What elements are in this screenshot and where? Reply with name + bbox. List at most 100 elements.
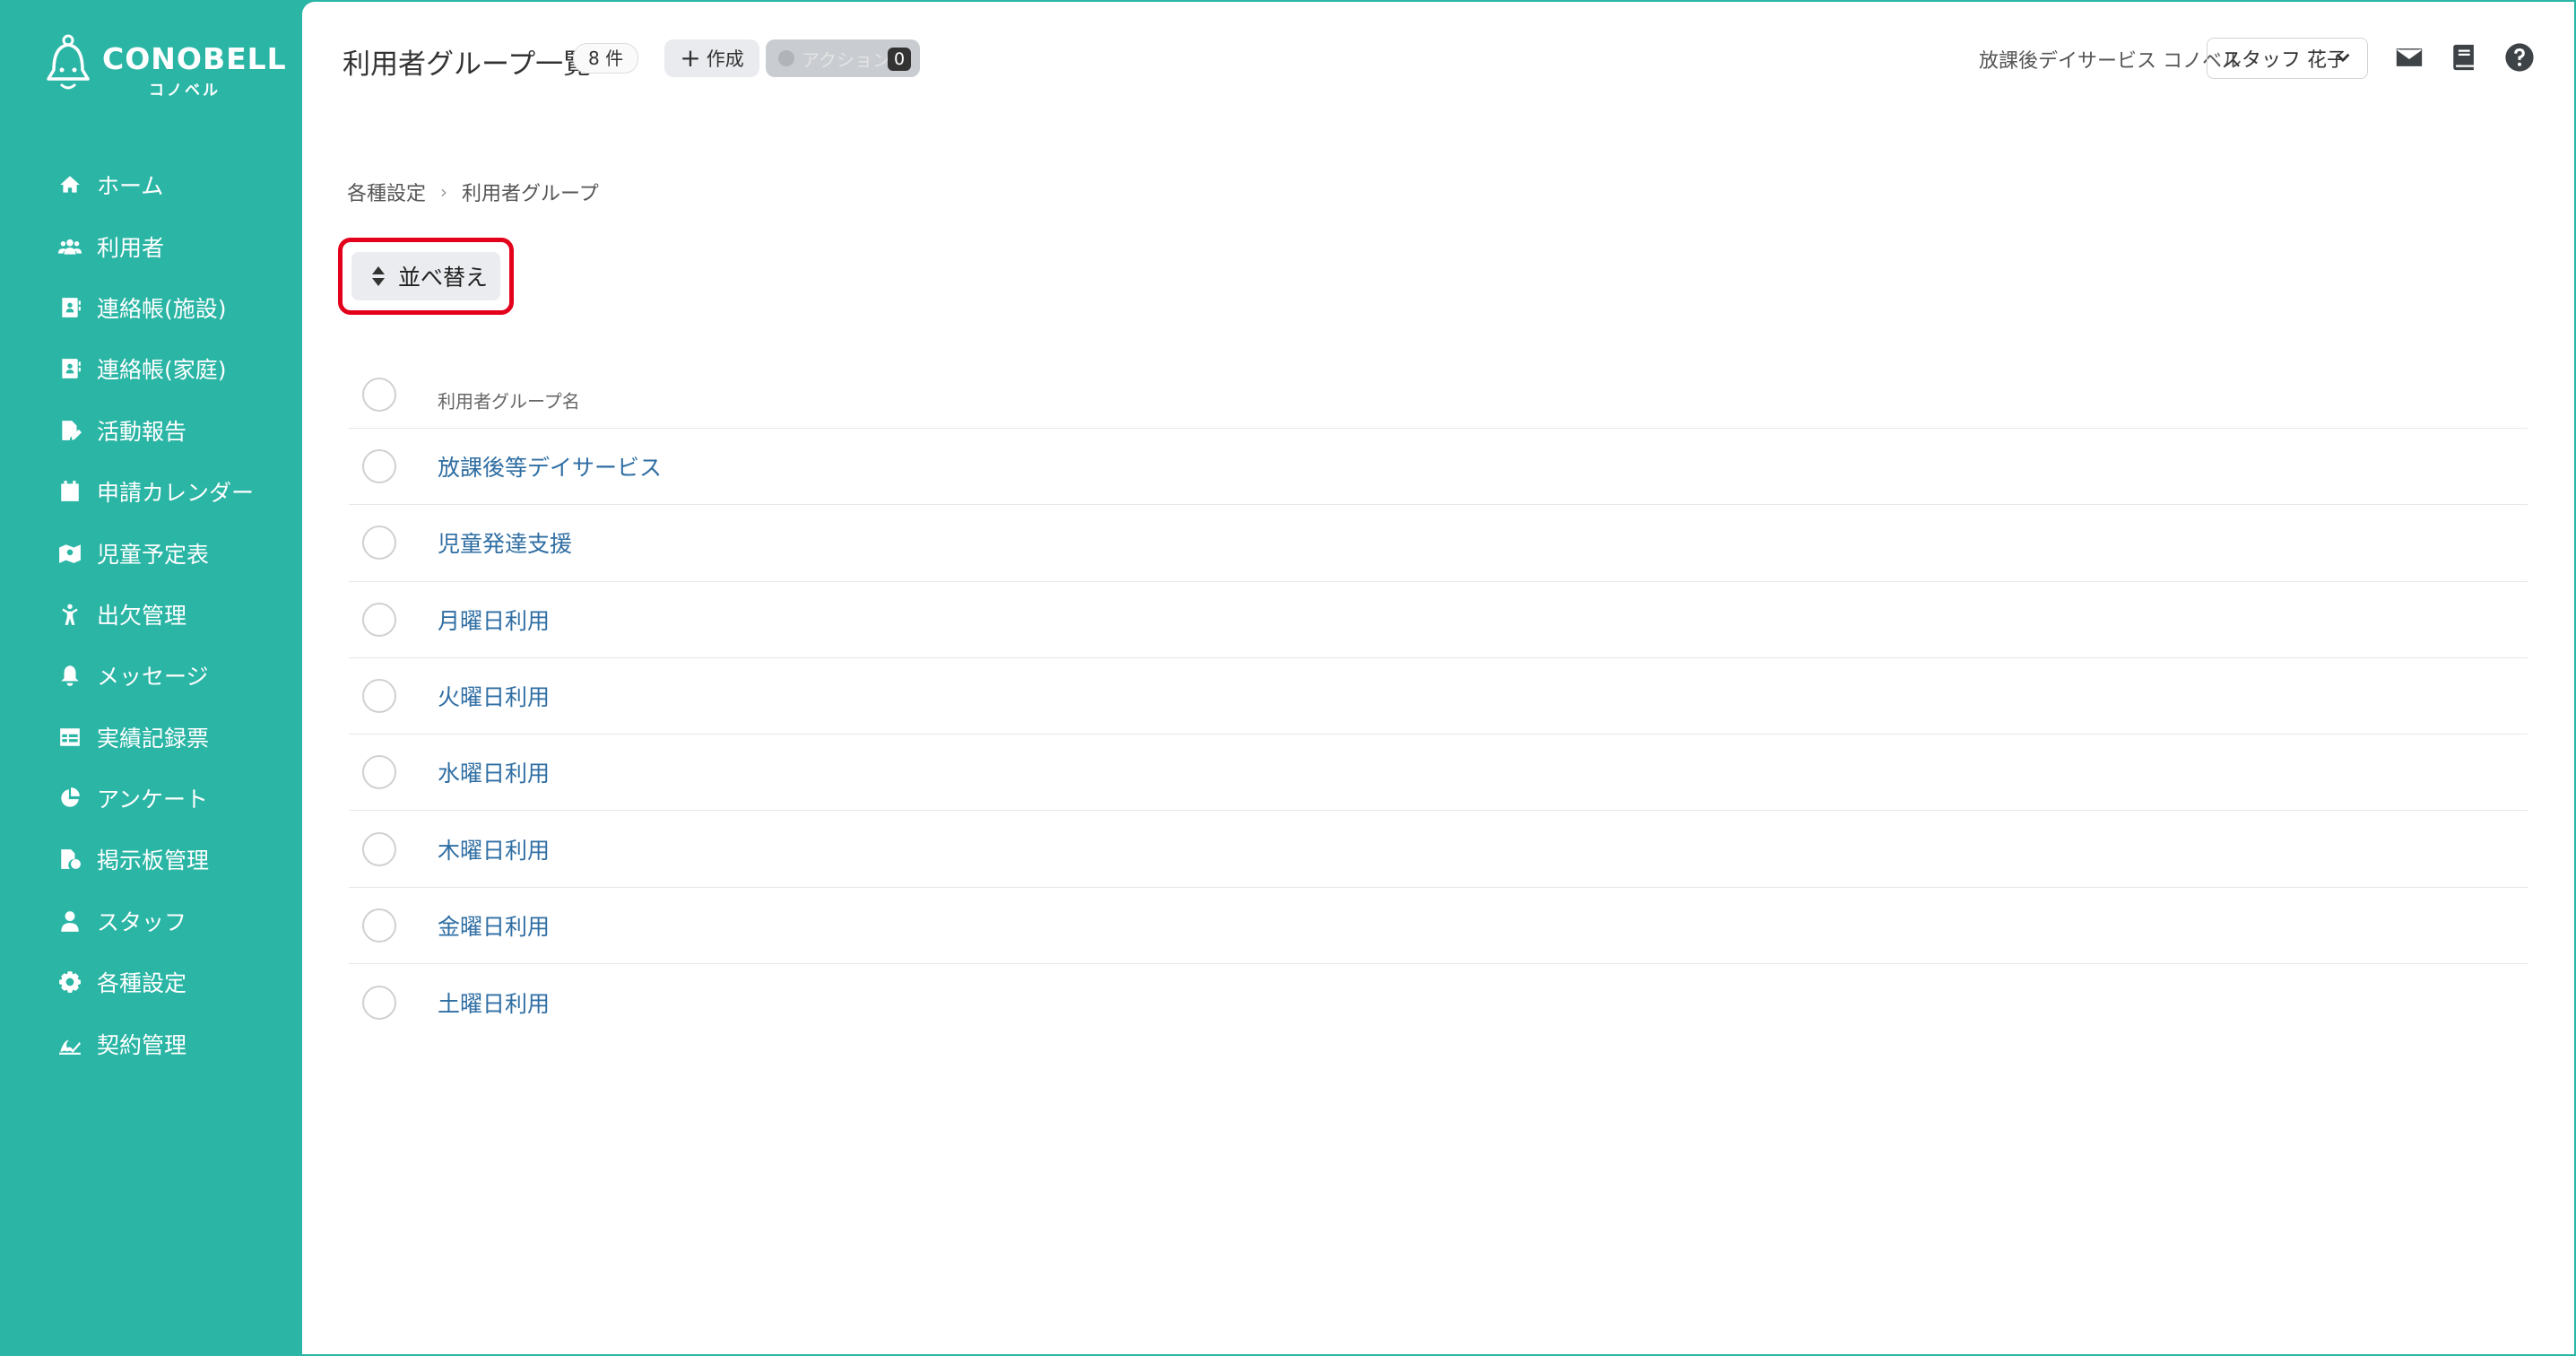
group-name-link[interactable]: 火曜日利用 <box>438 680 550 712</box>
table-row: 木曜日利用 <box>349 811 2528 888</box>
row-checkbox[interactable] <box>362 755 396 790</box>
table-header-row: 利用者グループ名 <box>349 361 2528 429</box>
group-name-link[interactable]: 水曜日利用 <box>438 756 550 788</box>
contact-book-icon <box>57 295 82 320</box>
sidebar-item-label: 出欠管理 <box>97 602 187 629</box>
sidebar-item-contract[interactable]: 契約管理 <box>2 1013 302 1074</box>
sort-button-highlight: 並べ替え <box>338 238 514 315</box>
table-row: 月曜日利用 <box>349 582 2528 658</box>
breadcrumb-parent[interactable]: 各種設定 <box>347 178 426 206</box>
sidebar-item-label: 連絡帳(施設) <box>97 295 227 322</box>
sidebar-item-home[interactable]: ホーム <box>2 154 302 215</box>
logo[interactable]: CONOBELL コノベル <box>41 34 286 106</box>
row-checkbox[interactable] <box>362 679 396 714</box>
group-table: 利用者グループ名 放課後等デイサービス 児童発達支援 月曜日利用 火曜日利用 水… <box>349 361 2528 1040</box>
chevron-down-icon <box>2336 53 2350 63</box>
sidebar-item-performance-record[interactable]: 実績記録票 <box>2 707 302 768</box>
contact-book-icon <box>57 356 82 381</box>
sidebar-item-contact-home[interactable]: 連絡帳(家庭) <box>2 338 302 399</box>
sidebar-item-label: 実績記録票 <box>97 725 210 752</box>
sidebar-item-label: 各種設定 <box>97 970 187 997</box>
plus-icon: + <box>680 43 701 73</box>
sidebar-item-label: アンケート <box>97 787 209 813</box>
table-row: 放課後等デイサービス <box>349 429 2528 506</box>
row-checkbox[interactable] <box>362 449 396 484</box>
sort-icon <box>372 266 385 286</box>
sidebar-item-activity-report[interactable]: 活動報告 <box>2 400 302 461</box>
row-checkbox[interactable] <box>362 602 396 637</box>
bell-icon <box>57 663 82 688</box>
group-name-link[interactable]: 土曜日利用 <box>438 987 550 1019</box>
sidebar-item-board[interactable]: 掲示板管理 <box>2 829 302 890</box>
calendar-icon <box>57 479 82 504</box>
action-button[interactable]: アクション 0 <box>766 39 920 77</box>
action-button-label: アクション <box>802 48 890 71</box>
file-edit-icon <box>57 418 82 443</box>
main-content: 利用者グループ一覧 8 件 + 作成 アクション 0 放課後デイサービス コノベ… <box>302 2 2574 1354</box>
action-icon <box>778 50 794 66</box>
row-checkbox[interactable] <box>362 908 396 943</box>
sidebar-item-users[interactable]: 利用者 <box>2 215 302 276</box>
sidebar: CONOBELL コノベル ホーム 利用者 連絡帳(施設) 連絡帳(家庭) 活動… <box>2 2 302 1354</box>
sort-button-label: 並べ替え <box>398 265 489 291</box>
count-badge: 8 件 <box>573 43 639 74</box>
sidebar-item-contact-facility[interactable]: 連絡帳(施設) <box>2 277 302 338</box>
users-icon <box>57 234 82 259</box>
home-icon <box>57 172 82 197</box>
sidebar-item-label: スタッフ <box>97 908 187 935</box>
select-all-checkbox[interactable] <box>362 377 396 412</box>
group-name-link[interactable]: 放課後等デイサービス <box>438 450 662 482</box>
sidebar-item-label: メッセージ <box>97 664 209 691</box>
table-row: 火曜日利用 <box>349 658 2528 735</box>
sidebar-item-staff[interactable]: スタッフ <box>2 891 302 952</box>
table-row: 金曜日利用 <box>349 888 2528 965</box>
facility-name: 放課後デイサービス コノベル <box>1979 50 2242 73</box>
mail-icon[interactable] <box>2391 39 2427 75</box>
create-button[interactable]: + 作成 <box>664 39 759 77</box>
table-icon <box>57 725 82 750</box>
book-icon[interactable] <box>2447 39 2483 75</box>
row-checkbox[interactable] <box>362 831 396 866</box>
group-name-link[interactable]: 金曜日利用 <box>438 909 550 942</box>
breadcrumb: 各種設定 › 利用者グループ <box>347 178 599 206</box>
create-button-label: 作成 <box>706 48 744 70</box>
group-name-link[interactable]: 木曜日利用 <box>438 833 550 865</box>
sidebar-item-message[interactable]: メッセージ <box>2 645 302 706</box>
table-row: 児童発達支援 <box>349 505 2528 582</box>
sidebar-item-label: 連絡帳(家庭) <box>97 357 227 384</box>
sidebar-item-label: 掲示板管理 <box>97 848 210 874</box>
sidebar-item-label: 児童予定表 <box>97 541 210 568</box>
contract-icon <box>57 1031 82 1056</box>
topbar: 利用者グループ一覧 8 件 + 作成 アクション 0 放課後デイサービス コノベ… <box>302 2 2574 109</box>
pie-chart-icon <box>57 786 82 811</box>
help-icon[interactable] <box>2502 39 2537 75</box>
row-checkbox[interactable] <box>362 526 396 561</box>
row-checkbox[interactable] <box>362 985 396 1020</box>
sidebar-item-label: 申請カレンダー <box>97 480 255 507</box>
staff-select[interactable]: スタッフ 花子 <box>2207 38 2368 79</box>
table-row: 土曜日利用 <box>349 964 2528 1040</box>
group-name-link[interactable]: 月曜日利用 <box>438 604 550 636</box>
sidebar-item-attendance[interactable]: 出欠管理 <box>2 584 302 645</box>
page-title: 利用者グループ一覧 <box>343 48 592 81</box>
brand-name: CONOBELL <box>102 41 287 76</box>
board-icon <box>57 847 82 872</box>
sidebar-item-survey[interactable]: アンケート <box>2 768 302 829</box>
sidebar-item-application-calendar[interactable]: 申請カレンダー <box>2 461 302 522</box>
sidebar-item-label: 契約管理 <box>97 1031 187 1058</box>
group-name-link[interactable]: 児童発達支援 <box>438 526 572 559</box>
action-count-badge: 0 <box>888 48 911 71</box>
sidebar-item-label: 活動報告 <box>97 418 187 445</box>
sidebar-item-child-schedule[interactable]: 児童予定表 <box>2 522 302 583</box>
bell-logo-icon <box>47 34 90 90</box>
brand-sub: コノベル <box>149 82 221 100</box>
schedule-map-icon <box>57 541 82 566</box>
gear-icon <box>57 969 82 995</box>
staff-select-value: スタッフ 花子 <box>2222 49 2346 72</box>
table-row: 水曜日利用 <box>349 734 2528 812</box>
breadcrumb-current: 利用者グループ <box>462 183 599 205</box>
sidebar-item-settings[interactable]: 各種設定 <box>2 952 302 1013</box>
sort-button[interactable]: 並べ替え <box>351 252 500 300</box>
person-attendance-icon <box>57 602 82 627</box>
chevron-right-icon: › <box>440 181 448 203</box>
